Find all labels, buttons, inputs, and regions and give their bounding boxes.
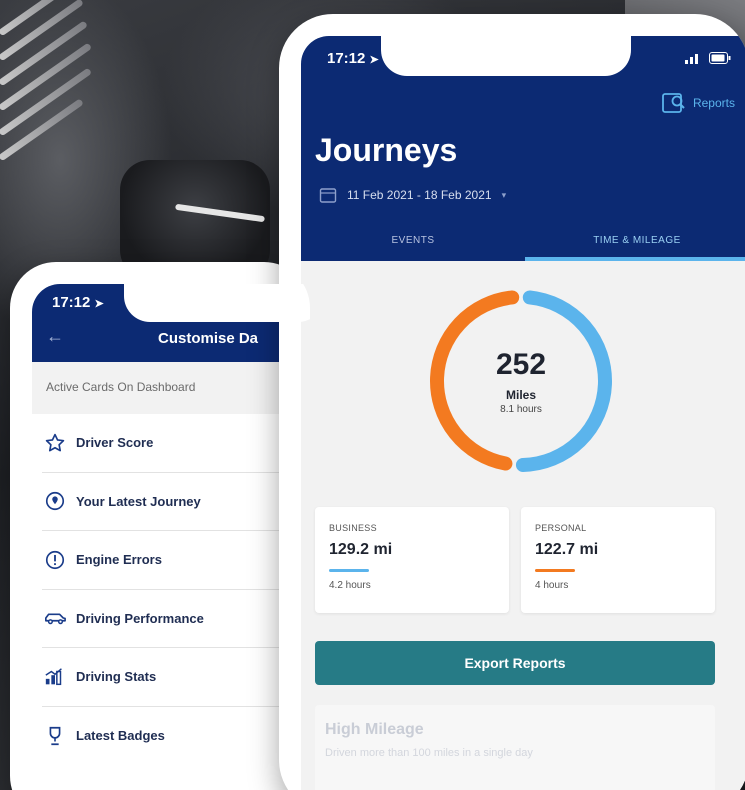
reports-link[interactable]: Reports bbox=[661, 92, 735, 114]
phone-notch bbox=[124, 284, 310, 322]
personal-color-bar bbox=[535, 569, 575, 572]
export-reports-button[interactable]: Export Reports bbox=[315, 641, 715, 685]
donut-center: 252 Miles 8.1 hours bbox=[421, 281, 621, 481]
signal-icon bbox=[685, 54, 698, 64]
date-range-selector[interactable]: 11 Feb 2021 - 18 Feb 2021 ▾ bbox=[319, 186, 506, 204]
business-value: 129.2 mi bbox=[329, 541, 393, 558]
alert-circle-icon bbox=[42, 547, 68, 573]
journeys-body: 252 Miles 8.1 hours BUSINESS 129.2 mi 4.… bbox=[301, 261, 745, 790]
chevron-down-icon: ▾ bbox=[501, 189, 507, 200]
list-item-label: Driving Performance bbox=[76, 610, 204, 626]
list-item-driving-stats[interactable]: Driving Stats bbox=[42, 648, 310, 707]
calendar-icon bbox=[319, 188, 337, 203]
date-range-label: 11 Feb 2021 - 18 Feb 2021 bbox=[347, 188, 492, 202]
tab-time-mileage[interactable]: TIME & MILEAGE bbox=[525, 219, 745, 261]
list-item-label: Driving Stats bbox=[76, 669, 157, 685]
personal-value: 122.7 mi bbox=[535, 541, 599, 558]
list-item-label: Your Latest Journey bbox=[76, 493, 201, 509]
section-label: Active Cards On Dashboard bbox=[32, 362, 310, 414]
status-indicators bbox=[685, 52, 731, 64]
location-pin-icon bbox=[42, 488, 68, 514]
journeys-screen: 17:12 ➤ Reports Journeys 11 Feb 2021 - 1… bbox=[301, 36, 745, 790]
business-color-bar bbox=[329, 569, 369, 572]
car-icon bbox=[42, 605, 68, 631]
list-item-label: Driver Score bbox=[76, 435, 154, 451]
list-item-driving-performance[interactable]: Driving Performance bbox=[42, 590, 310, 648]
status-time: 17:12 ➤ bbox=[52, 294, 104, 311]
total-miles: 252 bbox=[495, 347, 547, 381]
list-item-label: Latest Badges bbox=[76, 728, 165, 744]
reports-label: Reports bbox=[692, 96, 735, 110]
list-item-engine-errors[interactable]: Engine Errors bbox=[42, 531, 310, 590]
back-arrow-icon[interactable]: ← bbox=[46, 326, 64, 347]
tab-bar: EVENTS TIME & MILEAGE bbox=[301, 219, 745, 261]
trophy-icon bbox=[42, 723, 68, 749]
reports-icon bbox=[662, 93, 685, 113]
personal-label: PERSONAL bbox=[535, 523, 587, 533]
miles-unit: Miles bbox=[505, 387, 536, 402]
mileage-cards: BUSINESS 129.2 mi 4.2 hours PERSONAL 122… bbox=[315, 507, 715, 613]
battery-icon bbox=[709, 52, 731, 64]
personal-card[interactable]: PERSONAL 122.7 mi 4 hours bbox=[521, 507, 715, 613]
page-title: Journeys bbox=[315, 132, 458, 168]
personal-hours: 4 hours bbox=[535, 580, 569, 591]
list-item-latest-badges[interactable]: Latest Badges bbox=[42, 707, 310, 766]
bar-chart-icon bbox=[42, 664, 68, 690]
business-hours: 4.2 hours bbox=[329, 580, 371, 591]
mileage-donut-chart: 252 Miles 8.1 hours bbox=[421, 281, 621, 481]
list-item-label: Engine Errors bbox=[76, 552, 162, 568]
page-title: Customise Da bbox=[158, 330, 259, 347]
business-label: BUSINESS bbox=[329, 523, 377, 533]
business-card[interactable]: BUSINESS 129.2 mi 4.2 hours bbox=[315, 507, 509, 613]
status-time: 17:12 ➤ bbox=[327, 50, 379, 67]
list-item-latest-journey[interactable]: Your Latest Journey bbox=[42, 473, 310, 531]
phone-notch bbox=[381, 36, 631, 76]
phone-customise-dashboard: 17:12 ➤ ← Customise Da Active Cards On D… bbox=[10, 262, 310, 790]
list-item-driver-score[interactable]: Driver Score bbox=[42, 414, 310, 473]
phone-journeys: 17:12 ➤ Reports Journeys 11 Feb 2021 - 1… bbox=[279, 14, 745, 790]
star-icon bbox=[42, 430, 68, 456]
high-mileage-title: High Mileage bbox=[325, 721, 424, 738]
air-vent bbox=[0, 0, 110, 220]
high-mileage-card[interactable]: High Mileage Driven more than 100 miles … bbox=[315, 705, 715, 790]
dashboard-card-list: Driver Score Your Latest Journey Engine … bbox=[32, 414, 310, 765]
high-mileage-subtitle: Driven more than 100 miles in a single d… bbox=[325, 747, 533, 759]
customise-screen: 17:12 ➤ ← Customise Da Active Cards On D… bbox=[32, 284, 310, 790]
tab-events[interactable]: EVENTS bbox=[301, 219, 525, 261]
total-hours: 8.1 hours bbox=[500, 403, 542, 415]
